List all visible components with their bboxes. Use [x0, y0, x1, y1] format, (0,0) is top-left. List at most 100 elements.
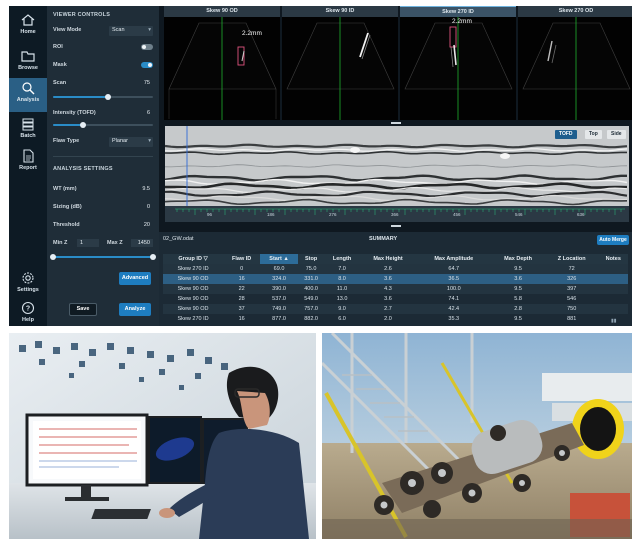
table-row[interactable]: Skew 90 OD 16 324.0 331.0 8.0 3.6 36.5 3.6 326 — [163, 274, 628, 284]
scan-panel[interactable]: Skew 90 OD 2.2mm — [164, 6, 280, 120]
table-cell: 546 — [567, 296, 577, 302]
table-cell: 0 — [223, 264, 261, 274]
nav-label: Analysis — [16, 97, 40, 103]
splitter-handle[interactable] — [391, 122, 401, 124]
column-header[interactable]: Flaw ID — [223, 254, 261, 264]
max-z-field[interactable]: 1450 — [131, 239, 153, 247]
report-icon — [23, 149, 34, 163]
summary-panel: 02_GW.odat SUMMARY Auto Merge Group ID ▽… — [159, 232, 632, 326]
intensity-slider-thumb[interactable] — [80, 122, 86, 128]
table-cell — [598, 294, 628, 304]
advanced-button[interactable]: Advanced — [119, 272, 151, 285]
table-row[interactable]: Skew 90 OD 28 537.0 549.0 13.0 3.6 74.1 5.8 546 — [163, 294, 628, 304]
ruler-label: 186 — [267, 212, 275, 217]
intensity-row: Intensity (TOFD) 6 — [53, 108, 153, 120]
roi-row: ROI — [53, 42, 153, 54]
column-header[interactable]: Group ID ▽ — [163, 254, 224, 264]
crawler-illustration — [322, 333, 632, 539]
tofd-bscan-view[interactable]: TOFD Top Side 96 186 276 366 456 546 636 — [165, 126, 629, 222]
tab-side[interactable]: Side — [607, 130, 626, 139]
scan-panel-title: Skew 90 ID — [282, 6, 398, 17]
scan-slider[interactable] — [53, 94, 153, 100]
scan-slider-thumb[interactable] — [105, 94, 111, 100]
auto-merge-button[interactable]: Auto Merge — [597, 235, 629, 245]
sizing-field[interactable]: 0 — [129, 203, 153, 213]
nav-item-home[interactable]: Home — [9, 10, 47, 42]
column-header[interactable]: Max Depth — [491, 254, 545, 264]
intensity-stepper[interactable]: 6 — [129, 109, 153, 119]
table-cell: 750 — [544, 304, 599, 314]
scan-panel[interactable]: Skew 90 ID — [282, 6, 398, 120]
save-button[interactable]: Save — [69, 303, 97, 316]
table-cell: Skew 90 OD — [163, 274, 224, 284]
roi-toggle[interactable] — [141, 44, 153, 50]
intensity-slider[interactable] — [53, 122, 153, 128]
nav-item-settings[interactable]: Settings — [9, 268, 47, 300]
scan-stepper[interactable]: 75 — [129, 79, 153, 89]
ruler-label: 456 — [453, 212, 461, 217]
gear-icon — [22, 272, 34, 284]
scan-panel[interactable]: Skew 270 OD — [518, 6, 632, 120]
table-cell: 400.0 — [297, 284, 325, 294]
table-cell: 397 — [544, 284, 599, 294]
flaw-type-select[interactable]: Planar — [109, 137, 153, 147]
table-cell: 882.0 — [304, 316, 318, 322]
table-cell: Skew 90 OD — [177, 296, 209, 302]
nav-item-help[interactable]: ? Help — [9, 298, 47, 326]
table-row[interactable]: Skew 270 ID 16 877.0 882.0 6.0 2.0 35.3 9.5 881 — [163, 314, 628, 324]
column-header[interactable]: Z Location — [544, 254, 599, 264]
nav-item-report[interactable]: Report — [9, 146, 47, 178]
view-mode-select[interactable]: Scan — [109, 26, 153, 36]
table-row[interactable]: Skew 90 OD 22 390.0 400.0 11.0 4.3 100.0 9.5 397 — [163, 284, 628, 294]
z-min-thumb[interactable] — [50, 254, 56, 260]
nav-item-analysis[interactable]: Analysis — [9, 78, 47, 112]
table-cell: 5.8 — [514, 296, 522, 302]
threshold-label: Threshold — [53, 222, 80, 228]
table-cell: Skew 90 OD — [163, 304, 224, 314]
table-cell: 22 — [223, 284, 261, 294]
threshold-field[interactable]: 20 — [129, 221, 153, 231]
nav-item-browse[interactable]: Browse — [9, 46, 47, 78]
table-row[interactable]: Skew 90 OD 37 749.0 757.0 9.0 2.7 42.4 2.8 750 — [163, 304, 628, 314]
mask-toggle[interactable] — [141, 62, 153, 68]
column-header[interactable]: Length — [324, 254, 360, 264]
ruler-label: 366 — [391, 212, 399, 217]
threshold-row: Threshold 20 — [53, 220, 153, 232]
column-header[interactable]: Notes — [598, 254, 628, 264]
wt-field[interactable]: 9.5 — [129, 185, 153, 195]
viewer-area: Skew 90 OD 2.2mm Skew 90 ID Skew 270 ID … — [159, 6, 632, 326]
measurement-annotation: 2.2mm — [452, 18, 472, 25]
min-z-field[interactable]: 1 — [77, 239, 99, 247]
table-body: Skew 270 ID 0 69.0 75.0 7.0 2.6 64.7 9.5 72 Skew … — [163, 264, 628, 324]
layout-icon[interactable]: ▮▮ — [611, 318, 617, 324]
column-header[interactable]: Start ▲ — [260, 254, 298, 264]
column-header[interactable]: Max Height — [359, 254, 417, 264]
analyze-button[interactable]: Analyze — [119, 303, 151, 316]
ruler-label: 636 — [577, 212, 585, 217]
workstation-illustration — [9, 333, 316, 539]
z-range-fill — [53, 256, 153, 258]
analysis-app-screenshot: Home Browse Analysis Batch Report Settin… — [9, 6, 632, 326]
table-cell: 2.0 — [384, 316, 392, 322]
table-cell: 11.0 — [324, 284, 360, 294]
tab-top[interactable]: Top — [585, 130, 602, 139]
table-cell: 881 — [567, 316, 577, 322]
table-cell: Skew 270 ID — [163, 264, 224, 274]
table-cell: 2.7 — [359, 304, 417, 314]
splitter-handle[interactable] — [391, 225, 401, 227]
nav-item-batch[interactable]: Batch — [9, 114, 47, 146]
table-cell — [598, 264, 628, 274]
tofd-bscan-image — [165, 126, 629, 222]
tab-tofd[interactable]: TOFD — [555, 130, 577, 139]
table-cell: Skew 90 OD — [163, 284, 224, 294]
column-header[interactable]: Stop — [297, 254, 325, 264]
scan-panel[interactable]: Skew 270 ID 2.2mm — [400, 6, 516, 120]
z-range-slider[interactable] — [50, 254, 156, 260]
column-header[interactable]: Max Amplitude — [416, 254, 492, 264]
viewer-controls-title: VIEWER CONTROLS — [53, 12, 111, 18]
table-row[interactable]: Skew 270 ID 0 69.0 75.0 7.0 2.6 64.7 9.5 72 — [163, 264, 628, 274]
z-max-thumb[interactable] — [150, 254, 156, 260]
table-cell: 42.4 — [416, 304, 492, 314]
sector-scan-image — [518, 17, 632, 120]
pipe-crawler-photo — [322, 333, 632, 539]
